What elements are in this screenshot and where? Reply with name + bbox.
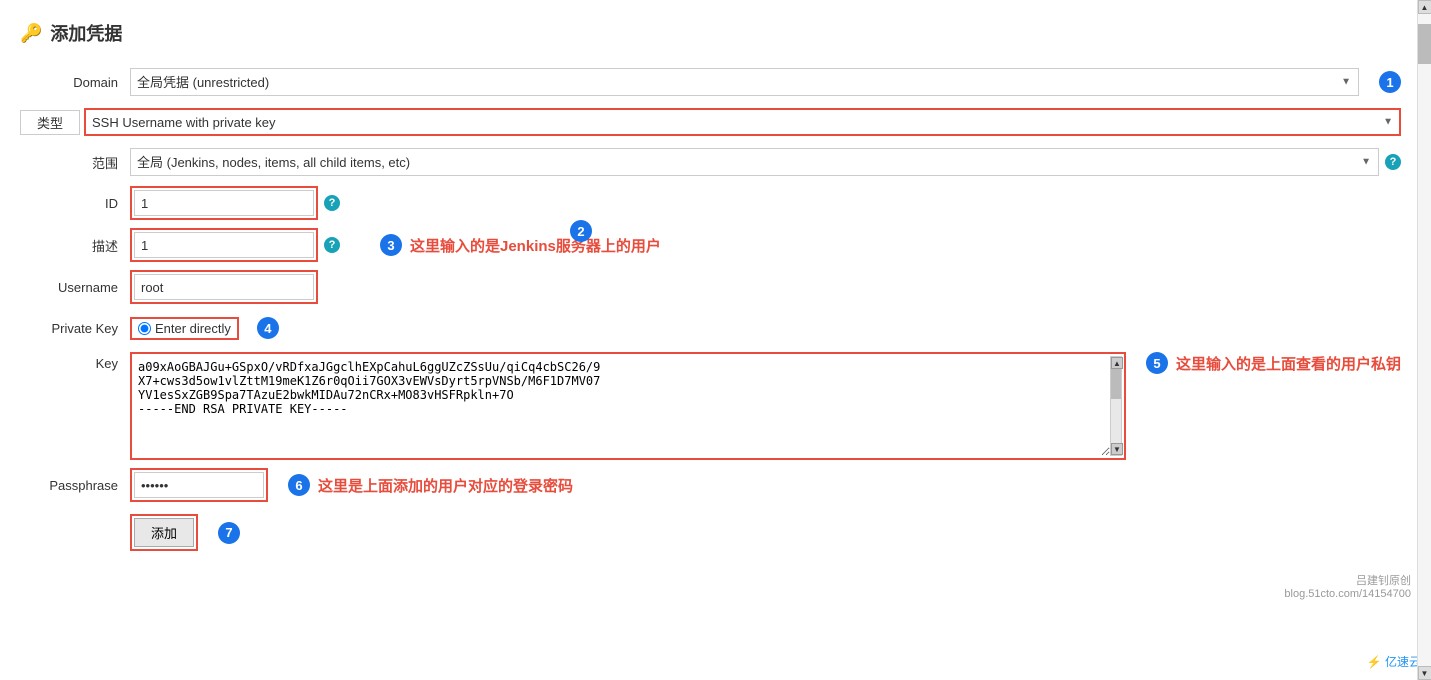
passphrase-box xyxy=(130,468,268,502)
private-key-label: Private Key xyxy=(20,321,130,336)
watermark-line1: 吕建钊原创 xyxy=(1284,572,1411,588)
annotation-7-badge: 7 xyxy=(218,522,240,544)
scope-select-wrapper[interactable]: 全局 (Jenkins, nodes, items, all child ite… xyxy=(130,148,1379,176)
type-row: 类型 SSH Username with private key xyxy=(20,106,1401,138)
passphrase-row: Passphrase 6 这里是上面添加的用户对应的登录密码 xyxy=(20,468,1401,502)
page-scroll-track xyxy=(1418,14,1431,666)
scope-row: 范围 全局 (Jenkins, nodes, items, all child … xyxy=(20,146,1401,178)
enter-directly-radio[interactable] xyxy=(138,322,151,335)
id-box xyxy=(130,186,318,220)
annotation-1-badge: 1 xyxy=(1379,71,1401,93)
page-scroll-up[interactable]: ▲ xyxy=(1418,0,1431,14)
main-panel: 🔑 添加凭据 Domain 全局凭据 (unrestricted) 1 类型 xyxy=(0,0,1431,680)
add-button-box: 添加 xyxy=(130,514,198,551)
annotation-5-text: 这里输入的是上面查看的用户私钥 xyxy=(1176,353,1401,374)
key-box: ▲ ▼ xyxy=(130,352,1126,460)
watermark: 吕建钊原创 blog.51cto.com/14154700 xyxy=(1284,572,1411,600)
scrollbar-thumb[interactable] xyxy=(1111,369,1121,399)
page-scroll-thumb[interactable] xyxy=(1418,24,1431,64)
page-container: 🔑 添加凭据 Domain 全局凭据 (unrestricted) 1 类型 xyxy=(0,0,1431,680)
key-icon: 🔑 xyxy=(20,23,42,44)
type-select[interactable]: SSH Username with private key xyxy=(84,108,1401,136)
scrollbar-up-btn[interactable]: ▲ xyxy=(1111,357,1123,369)
scope-help-icon[interactable]: ? xyxy=(1385,154,1401,170)
key-scrollbar[interactable]: ▲ ▼ xyxy=(1110,356,1122,456)
enter-directly-wrapper: Enter directly 4 xyxy=(130,317,279,340)
scrollbar-track xyxy=(1111,369,1121,443)
enter-directly-box: Enter directly xyxy=(130,317,239,340)
scrollbar-down-btn[interactable]: ▼ xyxy=(1111,443,1123,455)
private-key-row: Private Key Enter directly 4 xyxy=(20,312,1401,344)
domain-label: Domain xyxy=(20,75,130,90)
description-box xyxy=(130,228,318,262)
passphrase-label: Passphrase xyxy=(20,478,130,493)
username-label: Username xyxy=(20,280,130,295)
annotation-3-text: 这里输入的是Jenkins服务器上的用户 xyxy=(410,235,661,256)
domain-select-wrapper[interactable]: 全局凭据 (unrestricted) xyxy=(130,68,1359,96)
add-row: 添加 7 xyxy=(20,514,1401,551)
watermark-line2: blog.51cto.com/14154700 xyxy=(1284,588,1411,600)
logo-bar: ⚡ 亿速云 xyxy=(1367,653,1421,670)
type-label: 类型 xyxy=(20,110,80,135)
id-row: ID ? xyxy=(20,186,1401,220)
add-button[interactable]: 添加 xyxy=(134,518,194,547)
annotation-6-badge: 6 xyxy=(288,474,310,496)
id-help-icon[interactable]: ? xyxy=(324,195,340,211)
annotation-6-text: 这里是上面添加的用户对应的登录密码 xyxy=(318,475,573,496)
domain-select[interactable]: 全局凭据 (unrestricted) xyxy=(130,68,1359,96)
passphrase-input[interactable] xyxy=(134,472,264,498)
title-text: 添加凭据 xyxy=(50,20,122,46)
page-scroll-down[interactable]: ▼ xyxy=(1418,666,1431,680)
type-select-wrapper[interactable]: SSH Username with private key xyxy=(84,108,1401,136)
scope-select[interactable]: 全局 (Jenkins, nodes, items, all child ite… xyxy=(130,148,1379,176)
username-row: Username xyxy=(20,270,1401,304)
description-label: 描述 xyxy=(20,236,130,255)
page-scrollbar[interactable]: ▲ ▼ xyxy=(1417,0,1431,680)
logo-text: ⚡ 亿速云 xyxy=(1367,655,1421,669)
id-label: ID xyxy=(20,196,130,211)
username-box xyxy=(130,270,318,304)
scope-label: 范围 xyxy=(20,153,130,172)
description-row: 描述 ? 3 这里输入的是Jenkins服务器上的用户 xyxy=(20,228,1401,262)
domain-row: Domain 全局凭据 (unrestricted) 1 xyxy=(20,66,1401,98)
key-label: Key xyxy=(20,352,130,371)
key-textarea[interactable] xyxy=(134,356,1110,456)
description-help-icon[interactable]: ? xyxy=(324,237,340,253)
annotation-5-badge: 5 xyxy=(1146,352,1168,374)
credentials-form: Domain 全局凭据 (unrestricted) 1 类型 SSH User… xyxy=(20,66,1401,551)
annotation-2-badge: 2 xyxy=(570,220,592,242)
key-row: Key ▲ ▼ 5 这里输入的是上面查看的用户私钥 xyxy=(20,352,1401,460)
description-input[interactable] xyxy=(134,232,314,258)
enter-directly-label: Enter directly xyxy=(155,321,231,336)
page-title: 🔑 添加凭据 xyxy=(20,20,1401,46)
annotation-3-badge: 3 xyxy=(380,234,402,256)
username-input[interactable] xyxy=(134,274,314,300)
annotation-4-badge: 4 xyxy=(257,317,279,339)
id-input[interactable] xyxy=(134,190,314,216)
